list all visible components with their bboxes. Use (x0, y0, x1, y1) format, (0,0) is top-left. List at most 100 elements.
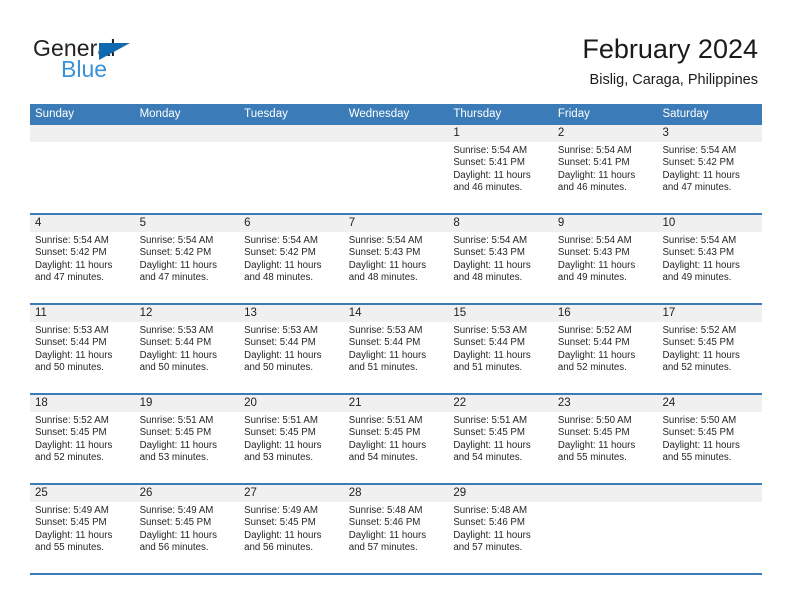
daylight-text-line2: and 48 minutes. (453, 272, 523, 284)
daylight-text-line2: and 57 minutes. (453, 542, 523, 554)
calendar-week-cells: 4 Sunrise: 5:54 AM Sunset: 5:42 PM Daylight… (30, 215, 762, 303)
sunset-text: Sunset: 5:45 PM (557, 427, 630, 439)
day-sun-info: Sunrise: 5:48 AM Sunset: 5:46 PM Daylight:… (453, 505, 548, 555)
day-sun-info: Sunrise: 5:54 AM Sunset: 5:43 PM Daylight:… (558, 235, 653, 285)
day-number: 29 (453, 487, 467, 499)
calendar-day-cell[interactable]: 22 Sunrise: 5:51 AM Sunset: 5:45 PM Dayligh… (448, 395, 553, 483)
daylight-text-line2: and 52 minutes. (662, 362, 732, 374)
sunrise-text: Sunrise: 5:53 AM (244, 325, 318, 336)
calendar-day-cell[interactable]: 21 Sunrise: 5:51 AM Sunset: 5:45 PM Dayligh… (344, 395, 449, 483)
day-sun-info: Sunrise: 5:53 AM Sunset: 5:44 PM Daylight:… (35, 325, 130, 375)
sunrise-text: Sunrise: 5:54 AM (662, 235, 737, 246)
calendar-day-cell[interactable]: 13 Sunrise: 5:53 AM Sunset: 5:44 PM Dayligh… (239, 305, 344, 393)
calendar-day-cell[interactable]: 28 Sunrise: 5:48 AM Sunset: 5:46 PM Dayligh… (344, 485, 449, 573)
day-number: 25 (35, 487, 48, 499)
calendar-day-cell[interactable]: 3 Sunrise: 5:54 AM Sunset: 5:42 PM Daylight… (657, 125, 762, 213)
weekday-header-saturday: Saturday (662, 108, 709, 120)
sunset-text: Sunset: 5:44 PM (35, 337, 107, 349)
calendar-day-cell[interactable]: 16 Sunrise: 5:52 AM Sunset: 5:44 PM Dayligh… (553, 305, 658, 393)
generalblue-logo[interactable]: General Blue (33, 35, 233, 87)
day-number: 16 (557, 307, 571, 319)
day-number: 24 (662, 397, 676, 409)
daylight-text-line2: and 53 minutes. (244, 452, 314, 464)
daylight-text-line2: and 46 minutes. (453, 182, 523, 194)
daylight-text-line2: and 52 minutes. (35, 452, 104, 464)
daylight-text-line1: Daylight: 11 hours (244, 349, 322, 361)
day-sun-info: Sunrise: 5:51 AM Sunset: 5:45 PM Daylight:… (349, 415, 444, 465)
calendar-day-cell[interactable]: 9 Sunrise: 5:54 AM Sunset: 5:43 PM Daylight… (553, 215, 658, 303)
weekday-header-monday: Monday (139, 108, 181, 120)
sunset-text: Sunset: 5:44 PM (139, 337, 212, 349)
day-number: 5 (139, 217, 146, 229)
day-number: 8 (453, 217, 460, 229)
calendar-day-cell[interactable]: 19 Sunrise: 5:51 AM Sunset: 5:45 PM Dayligh… (135, 395, 240, 483)
day-number: 26 (139, 487, 153, 499)
sunset-text: Sunset: 5:43 PM (453, 247, 525, 259)
page-subtitle: Bislig, Caraga, Philippines (589, 72, 758, 88)
day-sun-info: Sunrise: 5:54 AM Sunset: 5:41 PM Daylight:… (453, 145, 548, 195)
sunrise-text: Sunrise: 5:54 AM (453, 235, 528, 246)
daylight-text-line1: Daylight: 11 hours (453, 439, 531, 451)
day-number: 4 (35, 217, 42, 229)
calendar-day-cell[interactable]: 26 Sunrise: 5:49 AM Sunset: 5:45 PM Dayligh… (135, 485, 240, 573)
calendar-day-cell[interactable]: 1 Sunrise: 5:54 AM Sunset: 5:41 PM Daylight… (448, 125, 553, 213)
daylight-text-line2: and 47 minutes. (662, 182, 732, 194)
daylight-text-line2: and 53 minutes. (139, 452, 209, 464)
calendar-week-cells: 18 Sunrise: 5:52 AM Sunset: 5:45 PM Dayligh… (30, 395, 762, 483)
day-sun-info: Sunrise: 5:54 AM Sunset: 5:41 PM Daylight:… (558, 145, 653, 195)
calendar-day-cell[interactable]: 29 Sunrise: 5:48 AM Sunset: 5:46 PM Dayligh… (448, 485, 553, 573)
daylight-text-line2: and 50 minutes. (139, 362, 209, 374)
sunrise-text: Sunrise: 5:48 AM (348, 505, 423, 516)
sunrise-text: Sunrise: 5:54 AM (348, 235, 423, 246)
calendar-day-cell[interactable]: 11 Sunrise: 5:53 AM Sunset: 5:44 PM Dayligh… (30, 305, 135, 393)
daylight-text-line2: and 57 minutes. (348, 542, 418, 554)
calendar-day-cell[interactable]: 2 Sunrise: 5:54 AM Sunset: 5:41 PM Daylight… (553, 125, 658, 213)
calendar-day-cell-empty (344, 125, 449, 213)
calendar-day-cell[interactable]: 23 Sunrise: 5:50 AM Sunset: 5:45 PM Dayligh… (553, 395, 658, 483)
sunrise-text: Sunrise: 5:50 AM (557, 415, 632, 426)
calendar-day-cell[interactable]: 12 Sunrise: 5:53 AM Sunset: 5:44 PM Dayligh… (135, 305, 240, 393)
calendar-day-cell[interactable]: 7 Sunrise: 5:54 AM Sunset: 5:43 PM Daylight… (344, 215, 449, 303)
calendar-week-row: 1 Sunrise: 5:54 AM Sunset: 5:41 PM Daylight… (30, 125, 762, 215)
daylight-text-line1: Daylight: 11 hours (348, 349, 427, 361)
calendar-day-cell[interactable]: 14 Sunrise: 5:53 AM Sunset: 5:44 PM Dayligh… (344, 305, 449, 393)
weekday-header-sunday: Sunday (35, 108, 75, 120)
day-number: 13 (244, 307, 257, 319)
logo-text-blue: Blue (61, 56, 108, 82)
sunrise-text: Sunrise: 5:51 AM (348, 415, 423, 426)
calendar-day-cell[interactable]: 27 Sunrise: 5:49 AM Sunset: 5:45 PM Dayligh… (239, 485, 344, 573)
calendar-week-row: 25 Sunrise: 5:49 AM Sunset: 5:45 PM Dayligh… (30, 485, 762, 575)
daylight-text-line1: Daylight: 11 hours (557, 169, 636, 181)
day-number: 6 (244, 217, 251, 229)
day-number: 17 (662, 307, 676, 319)
day-sun-info: Sunrise: 5:54 AM Sunset: 5:42 PM Daylight:… (140, 235, 235, 285)
weekday-header-wednesday: Wednesday (348, 108, 410, 120)
day-sun-info: Sunrise: 5:53 AM Sunset: 5:44 PM Daylight:… (453, 325, 548, 375)
calendar-day-cell[interactable]: 25 Sunrise: 5:49 AM Sunset: 5:45 PM Dayligh… (30, 485, 135, 573)
daylight-text-line2: and 56 minutes. (139, 542, 209, 554)
sunset-text: Sunset: 5:45 PM (244, 517, 316, 529)
calendar-day-cell[interactable]: 8 Sunrise: 5:54 AM Sunset: 5:43 PM Daylight… (448, 215, 553, 303)
sunset-text: Sunset: 5:45 PM (453, 427, 525, 439)
calendar-day-cell[interactable]: 18 Sunrise: 5:52 AM Sunset: 5:45 PM Dayligh… (30, 395, 135, 483)
calendar-day-cell-empty (135, 125, 240, 213)
calendar-day-cell[interactable]: 24 Sunrise: 5:50 AM Sunset: 5:45 PM Dayligh… (657, 395, 762, 483)
day-sun-info: Sunrise: 5:52 AM Sunset: 5:44 PM Daylight:… (558, 325, 653, 375)
day-sun-info: Sunrise: 5:53 AM Sunset: 5:44 PM Daylight:… (244, 325, 339, 375)
calendar-day-cell[interactable]: 4 Sunrise: 5:54 AM Sunset: 5:42 PM Daylight… (30, 215, 135, 303)
calendar-day-cell[interactable]: 15 Sunrise: 5:53 AM Sunset: 5:44 PM Dayligh… (448, 305, 553, 393)
calendar-day-cell[interactable]: 10 Sunrise: 5:54 AM Sunset: 5:43 PM Dayligh… (657, 215, 762, 303)
daylight-text-line2: and 51 minutes. (348, 362, 418, 374)
sunrise-text: Sunrise: 5:51 AM (139, 415, 214, 426)
calendar-day-cell[interactable]: 20 Sunrise: 5:51 AM Sunset: 5:45 PM Dayligh… (239, 395, 344, 483)
day-number: 7 (348, 217, 356, 229)
title-block: February 2024 Bislig, Caraga, Philippine… (582, 33, 758, 89)
day-number: 28 (348, 487, 362, 499)
calendar-week-row: 4 Sunrise: 5:54 AM Sunset: 5:42 PM Daylight… (30, 215, 762, 305)
sunrise-text: Sunrise: 5:49 AM (35, 505, 109, 516)
calendar-day-cell[interactable]: 6 Sunrise: 5:54 AM Sunset: 5:42 PM Daylight… (239, 215, 344, 303)
calendar-day-cell[interactable]: 17 Sunrise: 5:52 AM Sunset: 5:45 PM Dayligh… (657, 305, 762, 393)
daylight-text-line2: and 47 minutes. (139, 272, 209, 284)
calendar-day-cell[interactable]: 5 Sunrise: 5:54 AM Sunset: 5:42 PM Daylight… (135, 215, 240, 303)
sunset-text: Sunset: 5:45 PM (139, 427, 212, 439)
